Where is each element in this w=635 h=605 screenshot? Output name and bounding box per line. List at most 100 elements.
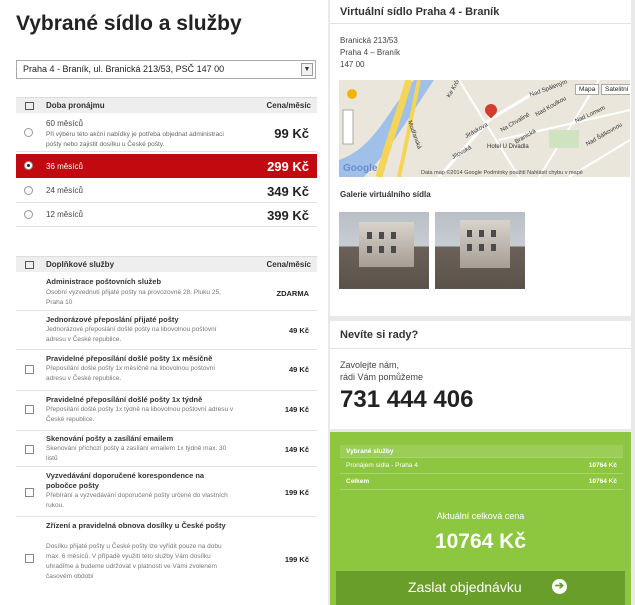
help-title: Nevíte si rady? xyxy=(330,321,631,349)
location-title: Virtuální sídlo Praha 4 - Braník xyxy=(330,0,631,24)
address-line-1: Branická 213/53 xyxy=(340,36,398,45)
rental-price: 399 Kč xyxy=(267,208,309,223)
service-name: Skenování pošty a zasílání emailem xyxy=(46,434,174,443)
rental-option-60[interactable]: 60 měsíců Při výběru této akční nabídky … xyxy=(16,114,317,152)
summary-row: Pronájem sídla - Praha 4 10764 Kč xyxy=(340,458,623,474)
window-shape xyxy=(479,244,484,251)
service-name: Pravidelné přeposílání došlé pošty 1x tý… xyxy=(46,395,203,404)
summary-header: Vybrané služby xyxy=(340,445,623,458)
service-checkbox[interactable] xyxy=(25,445,34,454)
window-shape xyxy=(379,232,384,239)
help-text-2: rádi Vám pomůžeme xyxy=(340,372,424,382)
address-line-3: 147 00 xyxy=(340,60,365,69)
summary-row-value: 10764 Kč xyxy=(588,462,617,469)
rental-name: 36 měsíců xyxy=(46,162,83,171)
window-shape xyxy=(467,230,472,237)
service-desc: Jednorázové přeposlání došlé pošty na li… xyxy=(46,326,217,343)
window-shape xyxy=(367,232,372,239)
services-table-header: Doplňkové služby Cena/měsíc xyxy=(16,256,317,272)
window-shape xyxy=(379,246,384,253)
service-checkbox[interactable] xyxy=(25,554,34,563)
gallery-photo-1[interactable] xyxy=(339,212,429,289)
service-name: Jednorázové přeposlání přijaté pošty xyxy=(46,315,179,324)
map-type-button[interactable]: Mapa xyxy=(575,84,600,95)
service-name: Vyzvedávání doporučené korespondence na … xyxy=(46,471,205,490)
rental-option-24[interactable]: 24 měsíců 349 Kč xyxy=(16,179,317,203)
service-desc: Dosílku přijaté pošty u České pošty lze … xyxy=(46,543,222,580)
rental-name: 60 měsíců xyxy=(46,119,83,128)
summary-total-row: Celkem 10764 Kč xyxy=(340,474,623,490)
window-shape xyxy=(391,232,396,239)
rental-radio[interactable] xyxy=(24,210,33,219)
service-name: Zřízení a pravidelná obnova dosílky u Če… xyxy=(46,521,226,530)
service-checkbox[interactable] xyxy=(25,365,34,374)
service-row[interactable]: Vyzvedávání doporučené korespondence na … xyxy=(16,468,317,517)
rental-name: 12 měsíců xyxy=(46,210,83,219)
help-box: Nevíte si rady? Zavolejte nám, rádi Vám … xyxy=(330,321,631,429)
total-price: 10764 Kč xyxy=(434,530,527,553)
summary-row-label: Pronájem sídla - Praha 4 xyxy=(346,462,418,469)
service-desc: Přeposílání došlé pošty 1x týdně na libo… xyxy=(46,406,234,423)
satellite-type-button[interactable]: Satelitní xyxy=(601,84,630,95)
rental-radio[interactable] xyxy=(24,161,33,170)
order-panel: Vybrané sídlo a služby Praha 4 - Braník,… xyxy=(0,0,328,605)
rental-option-12[interactable]: 12 měsíců 399 Kč xyxy=(16,203,317,227)
map-widget[interactable]: Mapa Satelitní Ke Krči Hotel U Divadla M… xyxy=(339,80,630,177)
page-title: Vybrané sídlo a služby xyxy=(16,12,242,35)
rental-header-label: Doba pronájmu xyxy=(46,101,105,110)
service-row: Administrace poštovních služeb Osobní vy… xyxy=(16,273,317,311)
chevron-down-icon[interactable]: ▼ xyxy=(301,63,313,76)
rental-price: 349 Kč xyxy=(267,184,309,199)
service-desc: Skenování příchozí pošty a zasílání emai… xyxy=(46,445,227,462)
gallery-photo-2[interactable] xyxy=(435,212,525,289)
rental-radio[interactable] xyxy=(24,186,33,195)
rental-header-price: Cena/měsíc xyxy=(266,101,311,110)
rental-price: 99 Kč xyxy=(274,126,309,141)
summary-row-value: 10764 Kč xyxy=(588,478,617,485)
address-select-value: Praha 4 - Braník, ul. Branická 213/53, P… xyxy=(23,64,225,74)
summary-row-label: Celkem xyxy=(346,478,370,485)
rental-radio[interactable] xyxy=(24,128,33,137)
rental-option-36[interactable]: 36 měsíců 299 Kč xyxy=(16,154,317,178)
arrow-right-icon: ➔ xyxy=(552,579,567,594)
service-checkbox[interactable] xyxy=(25,488,34,497)
service-row[interactable]: Pravidelné přeposílání došlé pošty 1x tý… xyxy=(16,392,317,431)
service-price: 149 Kč xyxy=(284,405,309,414)
service-row[interactable]: Zřízení a pravidelná obnova dosílky u Če… xyxy=(16,518,317,605)
building-shape xyxy=(359,222,414,267)
services-header-price: Cena/měsíc xyxy=(266,260,311,269)
rental-name: 24 měsíců xyxy=(46,186,83,195)
summary-box: Vybrané služby Pronájem sídla - Praha 4 … xyxy=(330,432,631,605)
google-logo: Google xyxy=(343,163,378,174)
grid-icon xyxy=(25,261,34,269)
rental-table-header: Doba pronájmu Cena/měsíc xyxy=(16,97,317,113)
service-row[interactable]: Pravidelné přeposílání došlé pošty 1x mě… xyxy=(16,351,317,391)
summary-table: Vybrané služby Pronájem sídla - Praha 4 … xyxy=(340,445,623,490)
service-price: 199 Kč xyxy=(284,555,309,564)
rental-price: 299 Kč xyxy=(267,159,309,174)
calendar-icon xyxy=(25,102,34,110)
service-row[interactable]: Skenování pošty a zasílání emailem Skeno… xyxy=(16,432,317,467)
address-select[interactable]: Praha 4 - Braník, ul. Branická 213/53, P… xyxy=(16,60,316,79)
service-price: ZDARMA xyxy=(276,289,310,298)
map-credits[interactable]: Data map ©2014 Google Podmínky použití N… xyxy=(421,170,583,176)
location-box: Virtuální sídlo Praha 4 - Braník Branick… xyxy=(330,0,631,316)
service-name: Pravidelné přeposílání došlé pošty 1x mě… xyxy=(46,354,213,363)
gallery-title: Galerie virtuálního sídla xyxy=(340,190,431,199)
help-text-1: Zavolejte nám, xyxy=(340,360,400,370)
service-price: 49 Kč xyxy=(288,365,309,374)
service-checkbox[interactable] xyxy=(25,405,34,414)
service-name: Administrace poštovních služeb xyxy=(46,277,162,286)
service-price: 49 Kč xyxy=(288,326,309,335)
window-shape xyxy=(467,244,472,251)
services-header-label: Doplňkové služby xyxy=(46,260,115,269)
order-button[interactable]: Zaslat objednávku ➔ xyxy=(336,571,625,605)
order-button-label: Zaslat objednávku xyxy=(408,579,522,595)
phone-number[interactable]: 731 444 406 xyxy=(340,386,473,414)
rental-note: Při výběru této akční nabídky je potřeba… xyxy=(46,131,224,148)
window-shape xyxy=(391,246,396,253)
service-desc: Osobní vyzvednutí přijaté pošty na provo… xyxy=(46,289,221,306)
window-shape xyxy=(491,230,496,237)
window-shape xyxy=(367,246,372,253)
service-desc: Přebírání a vyzvedávání doporučené pošty… xyxy=(46,492,228,509)
